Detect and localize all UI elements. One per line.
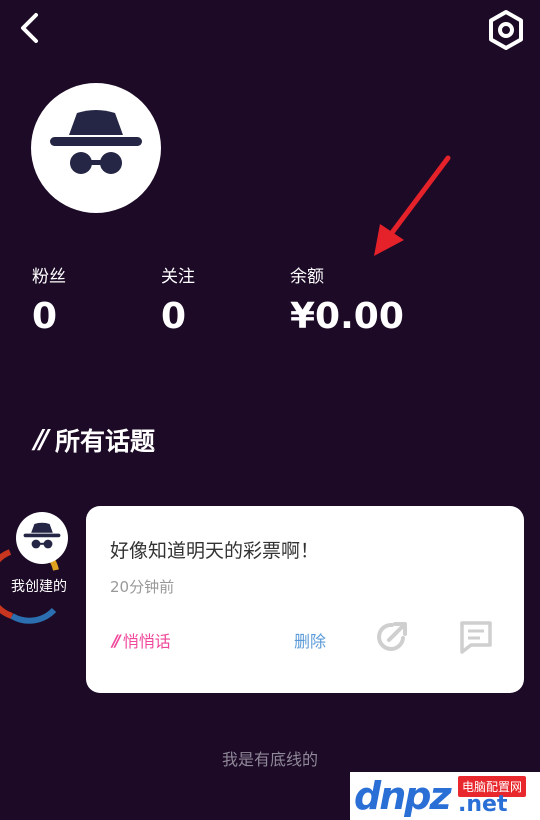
- stat-value: ¥0.00: [290, 296, 404, 337]
- delete-button[interactable]: 删除: [294, 628, 326, 652]
- section-title-text: 所有话题: [55, 427, 156, 456]
- stat-balance[interactable]: 余额 ¥0.00: [290, 262, 404, 337]
- stat-value: 0: [161, 296, 187, 337]
- topic-card[interactable]: 好像知道明天的彩票啊！ 20分钟前 // 悄悄话 删除: [86, 506, 524, 693]
- stat-following[interactable]: 关注 0: [161, 262, 195, 337]
- creator-avatar[interactable]: [16, 512, 68, 564]
- topic-time: 20分钟前: [110, 578, 175, 596]
- stat-followers[interactable]: 粉丝 0: [32, 262, 66, 337]
- chevron-left-icon: [21, 13, 38, 43]
- share-button[interactable]: [373, 618, 411, 656]
- section-title: // 所有话题: [34, 418, 155, 462]
- end-of-list-text: 我是有底线的: [221, 750, 318, 769]
- settings-button[interactable]: [484, 8, 528, 52]
- stat-label: 关注: [161, 267, 195, 287]
- profile-avatar[interactable]: [31, 83, 161, 213]
- stat-label: 余额: [290, 267, 324, 287]
- topic-title: 好像知道明天的彩票啊！: [110, 540, 320, 562]
- comment-icon: [460, 621, 492, 654]
- incognito-hat-glasses-icon: [23, 522, 61, 549]
- watermark-logo: dnpz: [354, 774, 452, 818]
- watermark-domain: .net: [458, 792, 508, 817]
- section-slashes: //: [34, 425, 49, 455]
- creator-label: 我创建的: [11, 579, 67, 595]
- share-icon: [377, 622, 407, 651]
- site-watermark: dnpz 电脑配置网 .net: [350, 772, 540, 820]
- stat-value: 0: [32, 296, 58, 337]
- stat-label: 粉丝: [32, 267, 66, 287]
- comment-button[interactable]: [457, 618, 495, 656]
- back-button[interactable]: [14, 10, 50, 46]
- incognito-hat-glasses-icon: [50, 110, 142, 174]
- whisper-button[interactable]: // 悄悄话: [112, 628, 171, 652]
- whisper-marks: //: [112, 630, 121, 650]
- whisper-label: 悄悄话: [122, 632, 171, 651]
- red-arrow-icon: [374, 155, 451, 256]
- settings-hexagon-icon: [489, 10, 523, 50]
